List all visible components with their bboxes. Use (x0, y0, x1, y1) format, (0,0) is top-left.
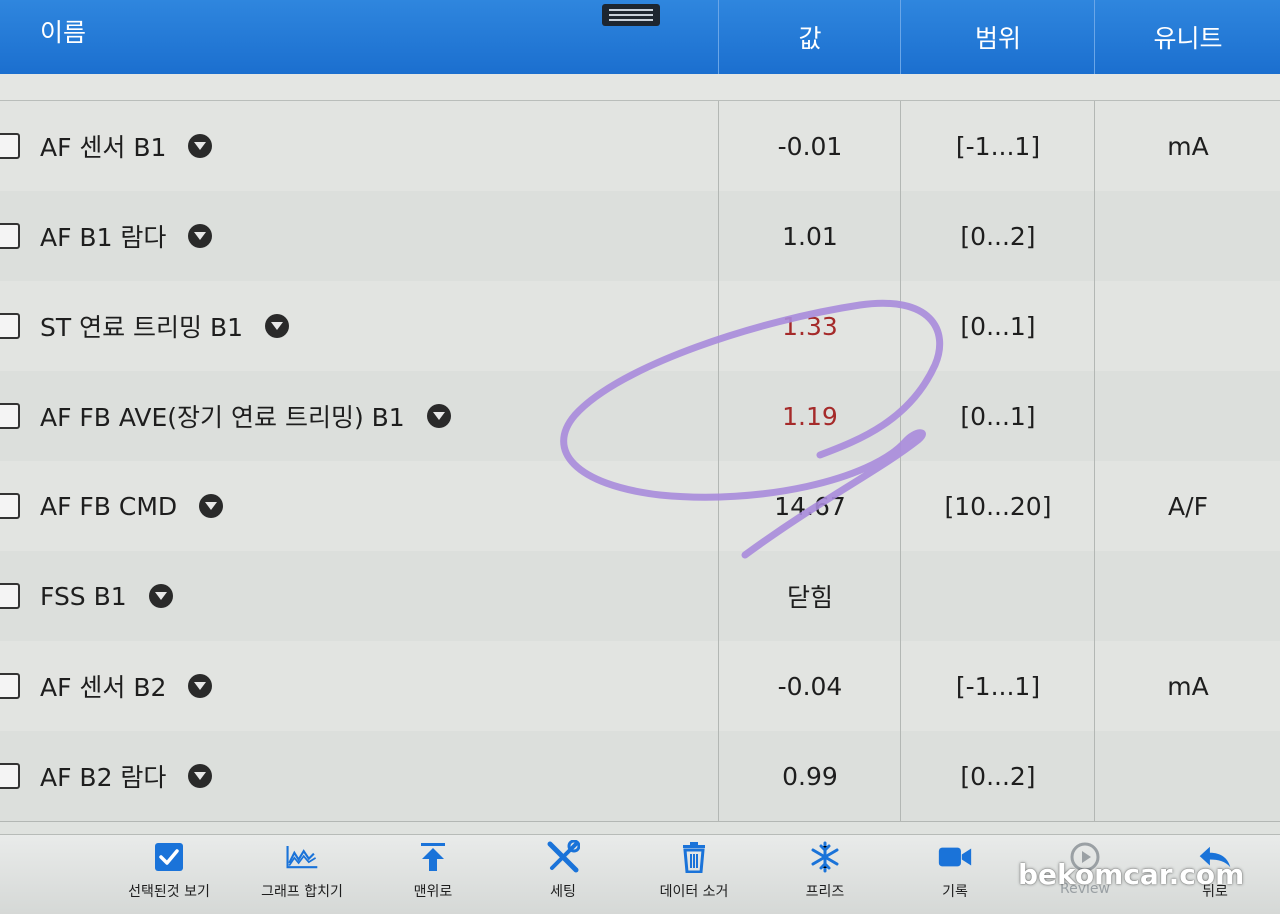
table-row[interactable]: AF B2 람다 0.99 [0...2] (0, 731, 1280, 822)
table-top-spacer (0, 74, 1280, 101)
line-graph-icon (285, 841, 319, 873)
arrow-up-icon (416, 841, 450, 873)
name-cell: FSS B1 (0, 551, 718, 641)
freeze-label: 프리즈 (805, 884, 845, 900)
merge-graph-button[interactable]: 그래프 합치기 (237, 841, 367, 911)
wrench-screwdriver-icon (546, 840, 580, 873)
table-row[interactable]: AF FB CMD 14.67 [10...20] A/F (0, 461, 1280, 552)
view-selected-label: 선택된것 보기 (128, 884, 210, 900)
name-cell: AF B1 람다 (0, 191, 718, 281)
pid-name: AF B2 람다 (40, 763, 167, 792)
video-camera-icon (938, 841, 972, 873)
name-cell: AF FB AVE(장기 연료 트리밍) B1 (0, 371, 718, 461)
name-cell: AF 센서 B2 (0, 641, 718, 731)
name-cell: AF 센서 B1 (0, 101, 718, 191)
unit-cell: mA (1094, 641, 1280, 731)
dropdown-icon[interactable] (426, 404, 451, 428)
dropdown-icon[interactable] (148, 584, 173, 608)
range-cell: [-1...1] (900, 101, 1095, 191)
pid-name: AF B1 람다 (40, 223, 167, 252)
dropdown-icon[interactable] (188, 134, 213, 158)
clear-data-button[interactable]: 데이터 소거 (629, 841, 759, 911)
row-checkbox[interactable] (0, 673, 20, 699)
range-cell: [0...1] (900, 371, 1095, 461)
pid-name: AF FB AVE(장기 연료 트리밍) B1 (40, 403, 405, 432)
name-cell: AF B2 람다 (0, 731, 718, 821)
value-cell: 0.99 (718, 731, 901, 821)
pid-name: ST 연료 트리밍 B1 (40, 313, 244, 342)
range-cell: [0...2] (900, 191, 1095, 281)
range-cell: [0...1] (900, 281, 1095, 371)
value-cell: 14.67 (718, 461, 901, 551)
row-checkbox[interactable] (0, 583, 20, 609)
row-checkbox[interactable] (0, 313, 20, 339)
pid-table: AF 센서 B1 -0.01 [-1...1] mA AF B1 람다 1.01… (0, 74, 1280, 834)
settings-label: 세팅 (550, 884, 576, 900)
to-top-label: 맨위로 (413, 884, 453, 900)
snowflake-icon (808, 841, 842, 873)
checkbox-checked-icon (152, 841, 186, 873)
pid-name: AF FB CMD (40, 491, 178, 521)
value-cell: 1.33 (718, 281, 901, 371)
row-checkbox[interactable] (0, 493, 20, 519)
value-cell: 1.19 (718, 371, 901, 461)
pid-name: AF 센서 B2 (40, 673, 167, 702)
header-range[interactable]: 범위 (900, 0, 1095, 74)
header-name[interactable]: 이름 (40, 0, 240, 68)
drag-handle-icon[interactable] (602, 4, 660, 26)
table-row[interactable]: ST 연료 트리밍 B1 1.33 [0...1] (0, 281, 1280, 372)
table-row[interactable]: AF FB AVE(장기 연료 트리밍) B1 1.19 [0...1] (0, 371, 1280, 462)
unit-cell: mA (1094, 101, 1280, 191)
settings-button[interactable]: 세팅 (498, 840, 628, 911)
live-data-screen: 이름 값 범위 유니트 AF 센서 B1 -0.01 [-1...1] mA A… (0, 0, 1280, 914)
clear-data-label: 데이터 소거 (659, 884, 729, 900)
dropdown-icon[interactable] (199, 494, 224, 518)
record-button[interactable]: 기록 (890, 841, 1020, 911)
range-cell: [10...20] (900, 461, 1095, 551)
dropdown-icon[interactable] (188, 674, 213, 698)
value-cell: -0.04 (718, 641, 901, 731)
table-row[interactable]: AF 센서 B2 -0.04 [-1...1] mA (0, 641, 1280, 732)
freeze-button[interactable]: 프리즈 (760, 841, 890, 911)
unit-cell (1094, 191, 1280, 281)
watermark-text: bekomcar.com (1018, 858, 1245, 891)
header-value[interactable]: 값 (718, 0, 901, 74)
range-cell: [-1...1] (900, 641, 1095, 731)
dropdown-icon[interactable] (265, 314, 290, 338)
unit-cell (1094, 551, 1280, 641)
value-cell: 1.01 (718, 191, 901, 281)
table-row[interactable]: AF 센서 B1 -0.01 [-1...1] mA (0, 101, 1280, 192)
pid-name: FSS B1 (40, 581, 127, 611)
merge-graph-label: 그래프 합치기 (261, 884, 343, 900)
dropdown-icon[interactable] (188, 224, 213, 248)
name-cell: AF FB CMD (0, 461, 718, 551)
to-top-button[interactable]: 맨위로 (368, 841, 498, 911)
unit-cell (1094, 281, 1280, 371)
value-cell: 닫힘 (718, 551, 901, 641)
view-selected-button[interactable]: 선택된것 보기 (104, 841, 234, 911)
table-header: 이름 값 범위 유니트 (0, 0, 1280, 74)
range-cell (900, 551, 1095, 641)
unit-cell: A/F (1094, 461, 1280, 551)
trash-icon (677, 841, 711, 873)
value-cell: -0.01 (718, 101, 901, 191)
range-cell: [0...2] (900, 731, 1095, 821)
row-checkbox[interactable] (0, 763, 20, 789)
row-checkbox[interactable] (0, 223, 20, 249)
pid-name: AF 센서 B1 (40, 133, 167, 162)
table-row[interactable]: AF B1 람다 1.01 [0...2] (0, 191, 1280, 282)
unit-cell (1094, 731, 1280, 821)
table-row[interactable]: FSS B1 닫힘 (0, 551, 1280, 642)
name-cell: ST 연료 트리밍 B1 (0, 281, 718, 371)
dropdown-icon[interactable] (188, 764, 213, 788)
unit-cell (1094, 371, 1280, 461)
row-checkbox[interactable] (0, 403, 20, 429)
header-unit[interactable]: 유니트 (1094, 0, 1280, 74)
record-label: 기록 (942, 884, 968, 900)
row-checkbox[interactable] (0, 133, 20, 159)
